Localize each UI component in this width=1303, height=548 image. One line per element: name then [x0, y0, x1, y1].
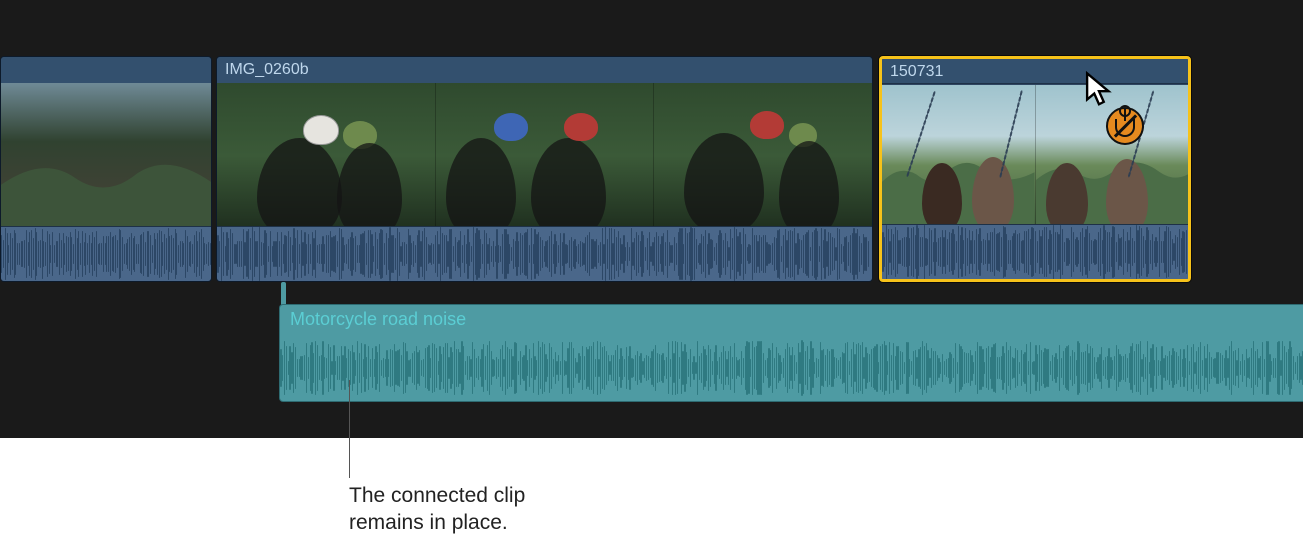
clip-audio-lane[interactable] [217, 226, 872, 281]
leader-line [349, 380, 350, 478]
clip-thumbnail [217, 83, 436, 229]
clip-audio-lane[interactable] [1, 226, 211, 281]
audio-clip-title: Motorcycle road noise [280, 305, 1303, 332]
clip-title: 150731 [882, 59, 1188, 84]
clip-thumbnail [654, 83, 872, 229]
clip-audio-lane[interactable] [882, 224, 1188, 279]
clip-thumbnail [1, 83, 211, 229]
connected-audio-clip[interactable]: Motorcycle road noise [279, 304, 1303, 402]
connection-indicator [281, 282, 286, 306]
timeline[interactable]: IMG_0260b [0, 0, 1303, 438]
clip-thumbnail [1036, 85, 1189, 231]
video-clip-selected[interactable]: 150731 [879, 56, 1191, 282]
clip-thumbnail [882, 85, 1036, 231]
no-move-badge-icon [1106, 107, 1144, 145]
video-clip[interactable] [0, 56, 212, 282]
clip-thumbnail [436, 83, 655, 229]
annotation: The connected clip remains in place. [0, 438, 1303, 548]
video-clip[interactable]: IMG_0260b [216, 56, 873, 282]
clip-title: IMG_0260b [217, 57, 872, 84]
primary-storyline: IMG_0260b [0, 56, 1303, 284]
annotation-text: The connected clip remains in place. [349, 482, 525, 537]
clip-title [1, 57, 211, 84]
